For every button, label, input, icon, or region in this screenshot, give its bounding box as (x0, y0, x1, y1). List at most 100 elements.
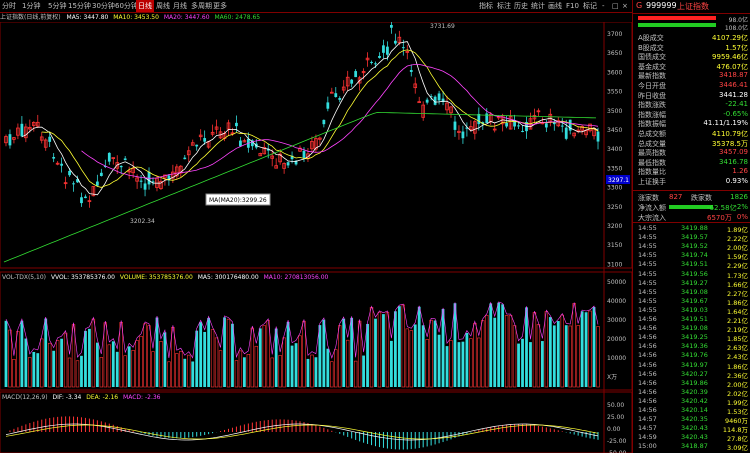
index-name: 上证指数 (677, 2, 709, 11)
volume-bar (32, 351, 36, 387)
tab-weekly[interactable]: 周线 (156, 0, 170, 12)
stat-value: 0.93% (725, 177, 748, 185)
stat-label: B股成交 (638, 43, 664, 52)
tab-more[interactable]: 更多 (213, 0, 227, 12)
stat-value: 35378.5万 (712, 139, 748, 148)
volume-bar (493, 317, 497, 387)
ma10-value: MA10: 3453.50 (113, 14, 159, 21)
menu-annotate[interactable]: 标注 (497, 0, 511, 12)
price-tick: 3550 (607, 89, 622, 96)
tick-price: 3420.35 (681, 415, 708, 424)
macd-axis: 50.0025.000.00-25.00-50.00 (607, 402, 627, 453)
stat-value: 476.07亿 (716, 62, 749, 71)
maximize-icon[interactable]: □ (612, 0, 619, 12)
menu-indicator[interactable]: 指标 (479, 0, 493, 12)
volume-bar (588, 310, 592, 388)
stat-value: -0.65% (723, 109, 748, 118)
candle-body (453, 121, 457, 130)
volume-bar (576, 325, 580, 388)
sell-ratio-value: 108.0亿 (724, 25, 748, 32)
macd-histogram (9, 416, 599, 450)
volume-bar (425, 339, 429, 388)
volume-bar (461, 341, 465, 387)
volume-bar (20, 320, 24, 387)
tick-price: 3418.87 (681, 442, 708, 451)
volume-bar (385, 311, 390, 388)
candle-body (8, 134, 12, 146)
close-icon[interactable]: × (622, 0, 628, 12)
index-code[interactable]: 999999 (646, 1, 677, 10)
stat-value: 1.26 (732, 167, 748, 176)
volume-bar (417, 306, 421, 387)
tick-time: 14:56 (638, 333, 657, 342)
stat-label: 指数振幅 (638, 120, 666, 129)
volume-bar (353, 360, 358, 388)
kline-chart-area[interactable]: 3700 3650 3600 3550 3500 3450 3400 3350 3300 3250… (0, 22, 632, 453)
stat-label: 总成交额 (638, 130, 666, 138)
net-inflow-value: -62.58亿 (707, 204, 737, 212)
volume-bar (274, 328, 278, 387)
stat-value: 9959.46亿 (712, 53, 748, 62)
tab-60min[interactable]: 60分钟 (115, 0, 138, 12)
tick-time: 14:56 (638, 324, 657, 333)
price-tick: 3300 (607, 185, 622, 192)
volume-tick: 40000 (607, 298, 626, 305)
volume-bar (147, 325, 151, 388)
tab-1min[interactable]: 1分钟 (22, 0, 40, 12)
tick-price: 3419.08 (681, 287, 708, 296)
macd-tick: 0.00 (607, 426, 621, 433)
volume-bar (44, 318, 48, 387)
macd-lines (5, 423, 599, 441)
advancers-label: 涨家数 (638, 194, 659, 202)
price-tick: 3100 (607, 261, 622, 268)
candle-body (350, 79, 354, 84)
volume-bar (294, 343, 298, 387)
ma5-line (21, 41, 599, 196)
chart-title: 上证指数(日线,前复权) (0, 14, 61, 21)
stat-value: 1.57亿 (725, 43, 748, 52)
candle-body (143, 183, 147, 190)
decliners-count: 1826 (730, 193, 748, 201)
candle-body (564, 127, 568, 139)
menu-f10[interactable]: F10 (566, 0, 579, 12)
tick-time: 14:55 (638, 305, 657, 314)
volume-bar (52, 350, 56, 387)
volume-bar (572, 303, 576, 388)
volume-bar (175, 353, 179, 388)
volume-bar (167, 361, 171, 388)
quote-panel: G 999999 上证指数 98.0亿 108.0亿 涨家数 827 跌家数 1… (632, 0, 750, 453)
menu-mark[interactable]: 标记 (583, 0, 597, 12)
candle-body (80, 197, 83, 204)
minimize-icon[interactable]: - (602, 0, 605, 12)
volume-bar (477, 337, 481, 388)
tab-5min[interactable]: 5分钟 (48, 0, 66, 12)
volume-bar (75, 360, 80, 388)
volume-bar (540, 341, 544, 387)
tab-monthly[interactable]: 月线 (173, 0, 187, 12)
tick-time: 14:55 (638, 224, 657, 232)
moving-average-lines (3, 41, 599, 263)
volume-bar (497, 302, 501, 387)
tab-timeshare[interactable]: 分时 (2, 0, 16, 12)
low-annotation: 3202.34 (130, 218, 155, 225)
ma5-value: MA5: 3447.80 (66, 14, 109, 21)
menu-history[interactable]: 历史 (514, 0, 528, 12)
tab-15min[interactable]: 15分钟 (68, 0, 91, 12)
bulk-inflow-pct: 0% (736, 213, 748, 221)
tick-price: 3419.57 (681, 233, 708, 242)
tab-30min[interactable]: 30分钟 (92, 0, 115, 12)
volume-bar (445, 346, 449, 387)
menu-statistics[interactable]: 统计 (531, 0, 545, 12)
tab-multi-period[interactable]: 多周期 (191, 0, 212, 12)
stat-label: 今日开盘 (638, 82, 666, 90)
volume-bar (63, 332, 68, 388)
volume-bar (195, 330, 199, 387)
tab-daily[interactable]: 日线 (136, 0, 154, 12)
volume-bar (401, 304, 406, 388)
volume-bar (262, 325, 266, 388)
dea-line (5, 424, 599, 440)
volume-bar (548, 317, 552, 387)
tick-time: 14:56 (638, 378, 657, 387)
volume-bar (298, 335, 302, 388)
menu-drawing[interactable]: 画线 (548, 0, 562, 12)
